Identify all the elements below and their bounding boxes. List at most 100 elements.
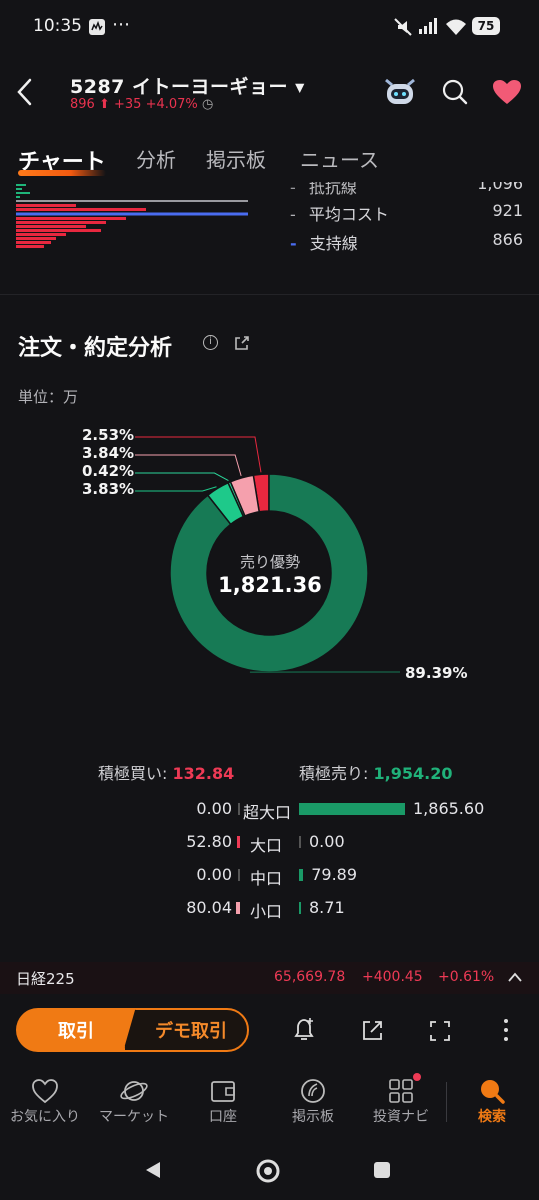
index-ticker[interactable]: 日経225 65,669.78 +400.45 +0.61% — [0, 962, 539, 994]
nav-search[interactable]: 検索 — [447, 1070, 537, 1126]
section-title: 注文・約定分析 — [18, 336, 173, 361]
active-sell-value: 1,954.20 — [373, 764, 453, 783]
row-buy-bar — [236, 902, 240, 914]
tab-board[interactable]: 掲示板 — [206, 144, 266, 173]
leader-line — [135, 472, 229, 481]
slice-label-small-buy: 3.84% — [82, 444, 135, 462]
board-icon — [301, 1079, 325, 1103]
order-size-row: 0.00 中口 79.89 — [0, 863, 539, 888]
price-line: 896 ⬆ +35 +4.07% ◷ — [70, 97, 213, 112]
favorite-heart-icon[interactable] — [492, 79, 522, 105]
signal-icon — [419, 18, 437, 34]
search-icon — [481, 1080, 505, 1104]
trade-button[interactable]: 取引 — [16, 1008, 136, 1052]
volume-profile-chart — [16, 184, 248, 248]
section-divider — [0, 294, 539, 295]
order-size-row: 80.04 小口 8.71 — [0, 896, 539, 921]
system-back-icon[interactable] — [143, 1160, 163, 1180]
row-buy-value: 52.80 — [186, 832, 232, 851]
system-recents-icon[interactable] — [372, 1160, 392, 1180]
row-buy-bar — [237, 836, 240, 848]
row-size-label: 超大口 — [243, 803, 292, 822]
row-buy-bar — [238, 803, 240, 815]
share-export-icon[interactable] — [361, 1018, 385, 1042]
active-buy-value: 132.84 — [172, 764, 235, 783]
more-vertical-icon[interactable] — [501, 1017, 511, 1043]
index-change: +400.45 — [362, 969, 423, 985]
index-value: 65,669.78 — [274, 969, 346, 985]
row-sell-value: 8.71 — [309, 898, 345, 917]
row-sell-value: 1,865.60 — [413, 799, 485, 818]
up-arrow-icon: ⬆ — [98, 97, 110, 112]
status-time: 10:35 — [33, 16, 82, 36]
grid-icon — [389, 1079, 413, 1103]
nav-favorites[interactable]: お気に入り — [0, 1070, 90, 1126]
mute-icon — [394, 18, 412, 36]
legend-support-value: 866 — [492, 230, 523, 249]
row-sell-value: 79.89 — [311, 865, 358, 884]
donut-center-title: 売り優勢 — [239, 553, 300, 571]
planet-icon — [120, 1081, 148, 1101]
row-buy-value: 0.00 — [196, 799, 232, 818]
fullscreen-icon[interactable] — [429, 1020, 451, 1042]
slice-label-small-sell: 3.83% — [82, 480, 135, 498]
slice-label-large-buy: 2.53% — [82, 426, 135, 444]
nav-market[interactable]: マーケット — [89, 1070, 179, 1126]
row-size-label: 小口 — [250, 902, 283, 921]
legend-support: - 支持線 — [290, 234, 358, 252]
nav-account[interactable]: 口座 — [178, 1070, 268, 1126]
info-icon[interactable]: i — [203, 335, 218, 350]
tab-analysis[interactable]: 分析 — [136, 144, 176, 173]
demo-trade-button[interactable]: デモ取引 — [123, 1008, 249, 1052]
row-sell-value: 0.00 — [309, 832, 345, 851]
wifi-icon — [446, 19, 466, 35]
share-icon[interactable] — [234, 335, 250, 351]
heart-outline-icon — [32, 1079, 58, 1104]
battery-indicator: 75 — [472, 17, 500, 35]
row-size-label: 中口 — [250, 869, 283, 888]
row-sell-bar — [299, 902, 301, 914]
slice-label-mid-sell: 0.42% — [82, 462, 135, 480]
nav-board[interactable]: 掲示板 — [268, 1070, 358, 1126]
unit-label: 単位：万 — [18, 388, 79, 406]
price: 896 — [70, 97, 95, 112]
price-change: +35 — [114, 97, 142, 112]
wallet-icon — [211, 1081, 235, 1102]
row-buy-value: 80.04 — [186, 898, 232, 917]
legend-average-cost-value: 921 — [492, 201, 523, 220]
order-size-row: 52.80 大口 0.00 — [0, 830, 539, 855]
price-alert-bell-icon[interactable] — [291, 1016, 317, 1044]
volume-profile-area: - 抵抗線 1,096 - 平均コスト 921 - 支持線 866 — [0, 182, 539, 252]
nav-invest-navi[interactable]: 投資ナビ — [356, 1070, 446, 1126]
order-size-row: 0.00 超大口 1,865.60 — [0, 797, 539, 822]
back-arrow-icon[interactable] — [14, 77, 36, 107]
active-sell-summary: 積極売り: 1,954.20 — [299, 764, 453, 783]
robot-assistant-icon[interactable] — [382, 76, 418, 106]
index-name: 日経225 — [16, 970, 75, 988]
stock-title[interactable]: 5287 イトーヨーギョー ▼ — [70, 72, 305, 99]
system-home-icon[interactable] — [255, 1158, 281, 1184]
donut-center-value: 1,821.36 — [218, 573, 322, 597]
search-icon[interactable] — [441, 78, 469, 106]
row-buy-value: 0.00 — [196, 865, 232, 884]
row-size-label: 大口 — [250, 836, 283, 855]
legend-average-cost: - 平均コスト — [290, 205, 389, 224]
row-buy-bar — [238, 869, 240, 881]
clock-icon: ◷ — [201, 97, 214, 112]
row-sell-bar — [299, 869, 304, 881]
slice-label-xlarge-sell: 89.39% — [405, 664, 468, 682]
legend-resistance-value: 1,096 — [477, 182, 523, 193]
dropdown-caret-icon[interactable]: ▼ — [295, 81, 305, 95]
row-sell-bar — [299, 836, 301, 848]
leader-line — [135, 486, 217, 492]
chevron-up-icon[interactable] — [507, 971, 523, 983]
active-buy-summary: 積極買い: 132.84 — [98, 764, 235, 783]
tab-news[interactable]: ニュース — [300, 144, 379, 173]
more-notifications-icon: ⋯ — [112, 14, 130, 35]
notification-dot — [413, 1073, 421, 1081]
row-sell-bar — [299, 803, 405, 815]
legend-resistance: - 抵抗線 — [290, 182, 357, 197]
app-notification-icon — [89, 19, 105, 35]
price-change-pct: +4.07% — [145, 97, 198, 112]
system-navigation-bar — [0, 1140, 539, 1200]
